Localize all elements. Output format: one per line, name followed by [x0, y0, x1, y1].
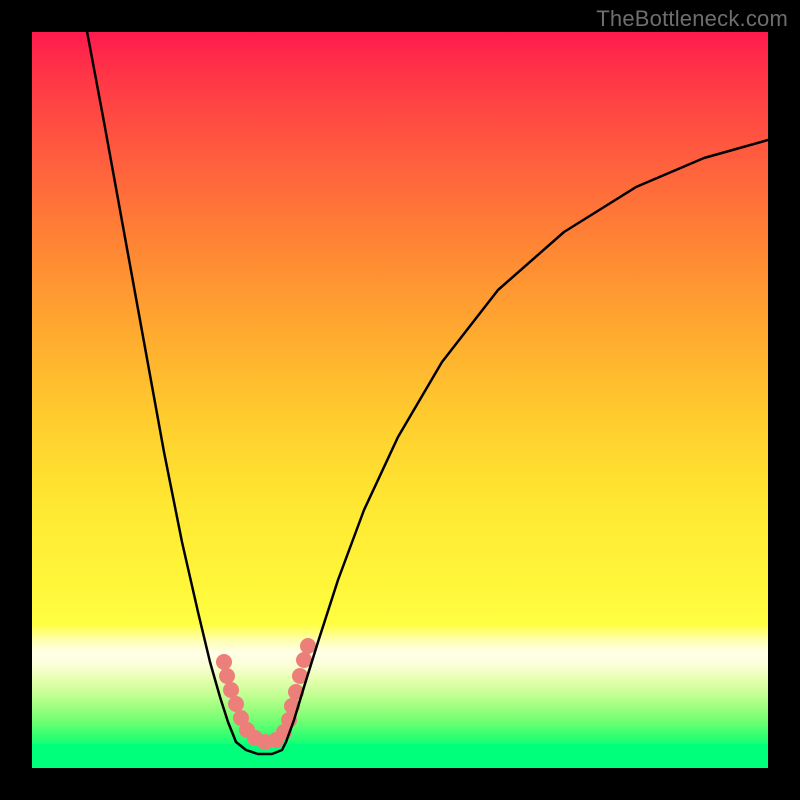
marker-point: [223, 682, 239, 698]
watermark-text: TheBottleneck.com: [596, 6, 788, 32]
marker-point: [219, 668, 235, 684]
marker-point: [300, 638, 316, 654]
plot-area: [32, 32, 768, 768]
marker-point: [228, 696, 244, 712]
series-left-curve: [86, 32, 236, 742]
line-layer: [86, 32, 768, 754]
marker-point: [216, 654, 232, 670]
chart-frame: TheBottleneck.com: [0, 0, 800, 800]
series-right-curve: [286, 140, 768, 742]
curves-svg: [32, 32, 768, 768]
